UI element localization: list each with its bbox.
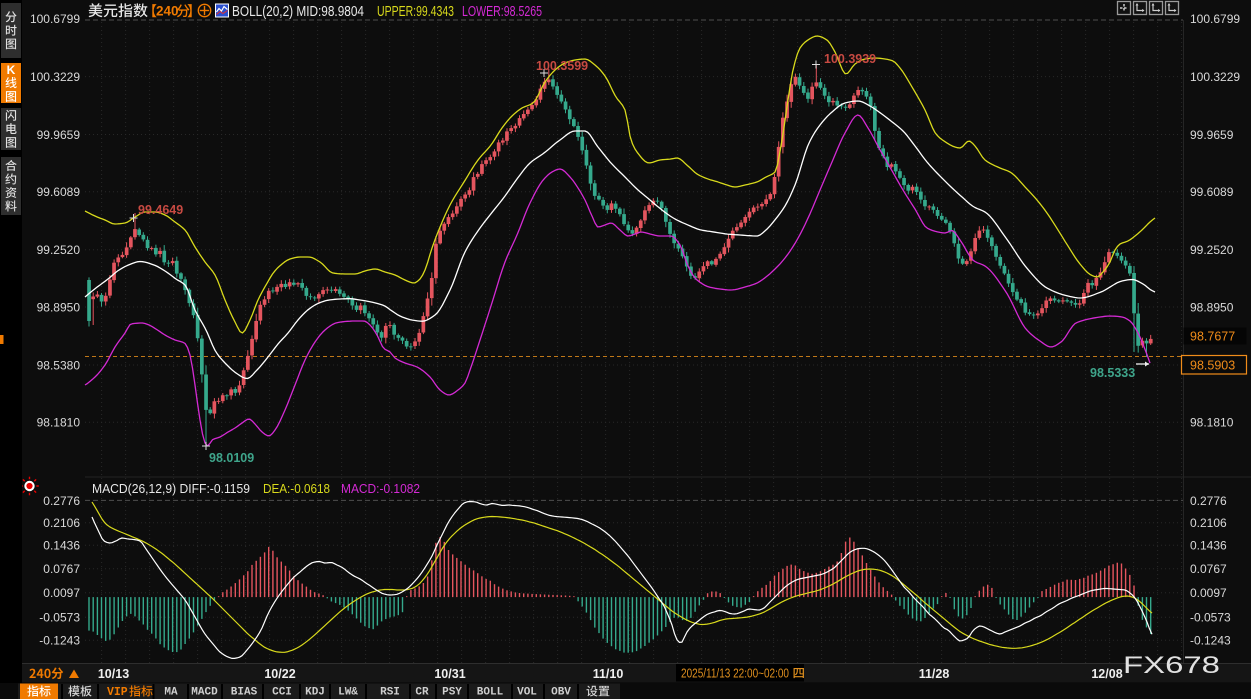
svg-text:100.3939: 100.3939 (824, 52, 876, 66)
svg-text:BOLL: BOLL (477, 687, 504, 699)
svg-text:98.1810: 98.1810 (1190, 416, 1234, 430)
svg-text:CCI: CCI (272, 687, 292, 699)
svg-text:99.4649: 99.4649 (138, 203, 183, 217)
svg-text:0.0767: 0.0767 (1190, 562, 1227, 576)
svg-text:100.6799: 100.6799 (30, 12, 80, 26)
svg-text:0.2106: 0.2106 (1190, 516, 1227, 530)
svg-text:0.0097: 0.0097 (1190, 586, 1227, 600)
svg-text:99.9659: 99.9659 (37, 128, 81, 142)
svg-text:11/28: 11/28 (919, 667, 950, 681)
svg-text:10/22: 10/22 (264, 667, 295, 681)
svg-text:0.0097: 0.0097 (43, 586, 80, 600)
svg-text:11/10: 11/10 (593, 667, 624, 681)
svg-text:98.8950: 98.8950 (1190, 300, 1234, 314)
svg-text:100.3229: 100.3229 (30, 70, 80, 84)
svg-text:LW&: LW& (338, 687, 358, 699)
svg-text:-0.1243: -0.1243 (39, 634, 80, 648)
svg-text:VIP: VIP (107, 686, 128, 699)
svg-text:0.1436: 0.1436 (1190, 539, 1227, 553)
svg-text:10/13: 10/13 (98, 667, 129, 681)
svg-text:PSY: PSY (442, 687, 462, 699)
svg-text:100.6799: 100.6799 (1190, 12, 1240, 26)
svg-text:LOWER:98.5265: LOWER:98.5265 (462, 4, 542, 20)
svg-text:0.2106: 0.2106 (43, 516, 80, 530)
svg-text:12/08: 12/08 (1091, 667, 1122, 681)
svg-text:99.6089: 99.6089 (37, 185, 81, 199)
svg-text:K: K (7, 63, 16, 77)
svg-text:98.7677: 98.7677 (1190, 329, 1235, 343)
svg-text:-0.1243: -0.1243 (1190, 634, 1231, 648)
svg-text:CR: CR (415, 687, 429, 699)
svg-text:98.5380: 98.5380 (37, 358, 81, 372)
svg-text:MACD:-0.1082: MACD:-0.1082 (341, 481, 420, 496)
svg-text:99.9659: 99.9659 (1190, 128, 1234, 142)
svg-text:KDJ: KDJ (305, 687, 325, 699)
svg-text:98.8950: 98.8950 (37, 300, 81, 314)
svg-text:VOL: VOL (517, 687, 537, 699)
svg-text:99.2520: 99.2520 (1190, 243, 1234, 257)
svg-text:98.1810: 98.1810 (37, 416, 81, 430)
svg-text:FX678: FX678 (1123, 652, 1220, 679)
svg-text:MA: MA (164, 687, 178, 699)
svg-text:MACD(26,12,9) DIFF:-0.1159: MACD(26,12,9) DIFF:-0.1159 (92, 481, 250, 496)
svg-text:10/31: 10/31 (434, 667, 465, 681)
svg-text:98.0109: 98.0109 (209, 451, 254, 465)
svg-text:RSI: RSI (380, 687, 400, 699)
svg-text:UPPER:99.4343: UPPER:99.4343 (377, 4, 454, 20)
svg-text:-0.0573: -0.0573 (39, 611, 80, 625)
svg-text:98.5903: 98.5903 (1190, 358, 1235, 372)
svg-text:0.0767: 0.0767 (43, 562, 80, 576)
svg-text:99.6089: 99.6089 (1190, 185, 1234, 199)
svg-text:2025/11/13 22:00~02:00: 2025/11/13 22:00~02:00 (681, 667, 789, 681)
svg-text:100.3229: 100.3229 (1190, 70, 1240, 84)
svg-text:99.2520: 99.2520 (37, 243, 81, 257)
svg-text:240: 240 (156, 4, 179, 19)
svg-text:DEA:-0.0618: DEA:-0.0618 (263, 481, 330, 496)
svg-text:BIAS: BIAS (231, 687, 258, 699)
svg-text:0.1436: 0.1436 (43, 539, 80, 553)
svg-text:MACD: MACD (191, 687, 218, 699)
svg-text:98.5333: 98.5333 (1090, 366, 1135, 380)
svg-text:0.2776: 0.2776 (43, 494, 80, 508)
svg-text:-0.0573: -0.0573 (1190, 611, 1231, 625)
svg-text:0.2776: 0.2776 (1190, 494, 1227, 508)
svg-text:OBV: OBV (551, 687, 571, 699)
svg-text:BOLL(20,2) MID:98.9804: BOLL(20,2) MID:98.9804 (232, 4, 364, 20)
